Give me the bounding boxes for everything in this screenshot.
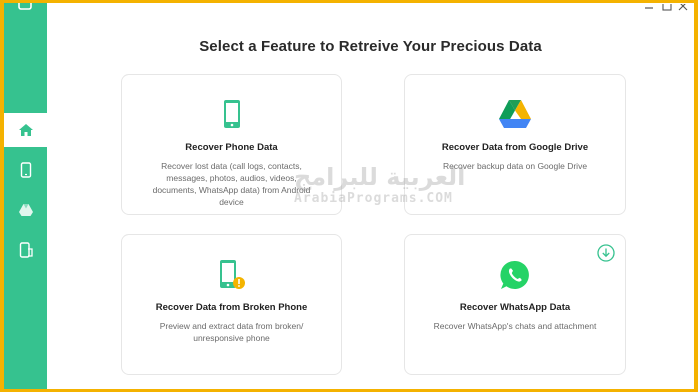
sidebar-item-broken-phone[interactable] — [4, 233, 47, 267]
sidebar — [4, 3, 47, 389]
card-title: Recover Phone Data — [185, 142, 278, 153]
card-recover-phone-data[interactable]: Recover Phone Data Recover lost data (ca… — [121, 74, 342, 215]
sidebar-item-drive[interactable] — [4, 193, 47, 227]
download-button[interactable] — [597, 244, 615, 267]
broken-phone-icon — [19, 242, 33, 258]
maximize-button[interactable] — [662, 3, 672, 17]
sidebar-item-home[interactable] — [4, 113, 47, 147]
card-description: Recover backup data on Google Drive — [442, 161, 588, 171]
download-circle-icon — [597, 244, 615, 262]
maximize-icon — [662, 3, 672, 11]
card-recover-broken-phone[interactable]: Recover Data from Broken Phone Preview a… — [121, 234, 342, 375]
app-window: Select a Feature to Retreive Your Precio… — [4, 3, 694, 389]
phone-icon — [20, 162, 31, 178]
page-title: Select a Feature to Retreive Your Precio… — [199, 38, 542, 55]
phone-icon — [223, 100, 240, 128]
card-title: Recover Data from Google Drive — [441, 142, 589, 153]
drive-icon — [18, 204, 33, 216]
close-button[interactable] — [678, 3, 688, 17]
card-description: Recover WhatsApp's chats and attachment — [433, 321, 597, 331]
card-recover-whatsapp[interactable]: Recover WhatsApp Data Recover WhatsApp's… — [404, 234, 626, 375]
card-recover-google-drive[interactable]: Recover Data from Google Drive Recover b… — [404, 74, 626, 215]
app-logo-icon — [18, 3, 32, 10]
minimize-button[interactable] — [644, 3, 654, 17]
google-drive-icon — [499, 100, 531, 128]
card-title: Recover Data from Broken Phone — [155, 302, 308, 313]
card-description: Recover lost data (call logs, contacts, … — [152, 161, 311, 207]
whatsapp-icon — [500, 260, 529, 289]
sidebar-logo — [4, 3, 46, 13]
home-icon — [18, 124, 33, 136]
minimize-icon — [645, 7, 653, 9]
broken-phone-icon — [219, 260, 245, 289]
card-description: Preview and extract data from broken/ un… — [159, 321, 304, 343]
close-icon — [678, 3, 688, 11]
sidebar-item-phone[interactable] — [4, 153, 47, 187]
card-title: Recover WhatsApp Data — [459, 302, 571, 313]
